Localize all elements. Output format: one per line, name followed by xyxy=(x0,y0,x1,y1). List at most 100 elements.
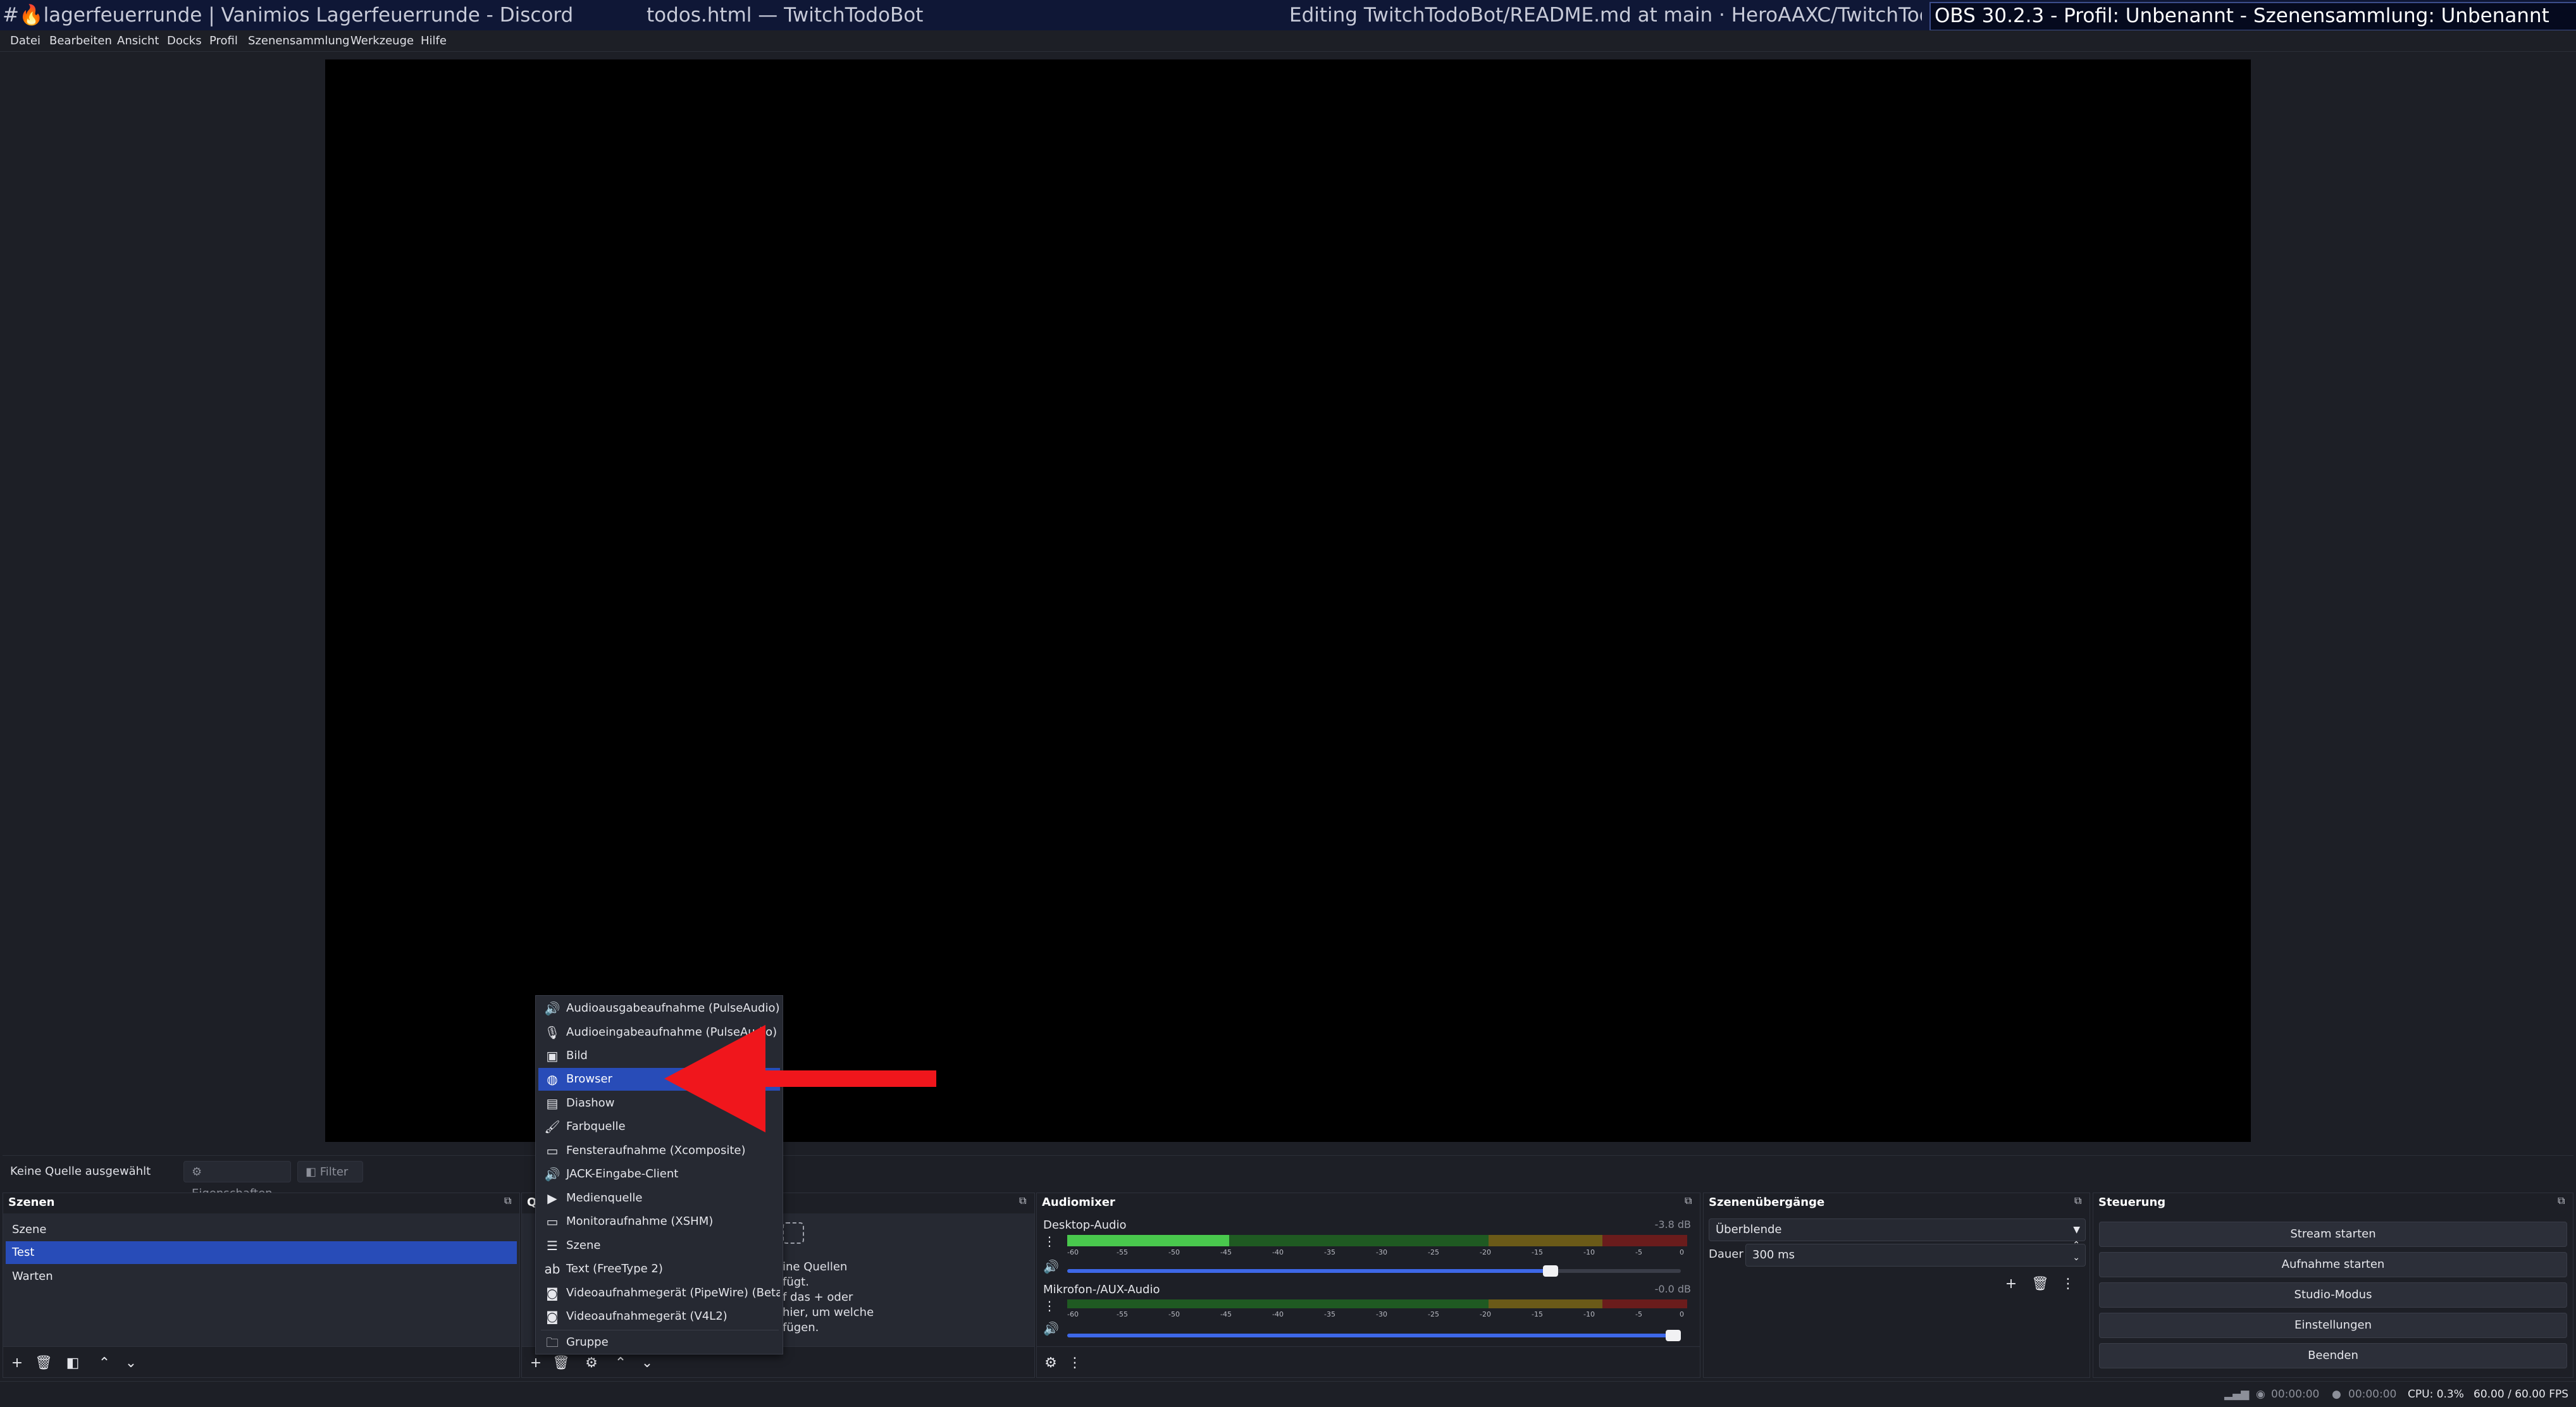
settings-button[interactable]: Einstellungen xyxy=(2099,1313,2567,1338)
audio-mixer-dock: Audiomixer ⧉ Desktop-Audio -3.8 dB ⋮ -60… xyxy=(1036,1193,1700,1378)
scenes-dock: Szenen ⧉ Szene Test Warten + 🗑 ◧ ⌃ ⌄ xyxy=(3,1193,520,1378)
menu-item-media-source[interactable]: ▶ Medienquelle xyxy=(538,1187,780,1210)
speaker-icon[interactable]: 🔊 xyxy=(1043,1259,1059,1274)
taskbar-window-obs[interactable]: OBS 30.2.3 - Profil: Unbenannt - Szenens… xyxy=(1929,2,2576,31)
volume-slider-fill xyxy=(1067,1334,1681,1337)
taskbar-window-discord[interactable]: #🔥lagerfeuerrunde | Vanimios Lagerfeuerr… xyxy=(3,3,572,27)
menu-ansicht[interactable]: Ansicht xyxy=(117,30,159,52)
channel-db: -3.8 dB xyxy=(1654,1218,1691,1230)
filters-button[interactable]: ◧ Filter xyxy=(297,1161,363,1182)
dock-float-icon[interactable]: ⧉ xyxy=(1685,1196,1695,1206)
controls-dock-title: Steuerung xyxy=(2098,1196,2166,1209)
chevron-down-icon: ▼ xyxy=(2073,1225,2080,1235)
dock-float-icon[interactable]: ⧉ xyxy=(504,1196,514,1206)
spin-down-icon[interactable]: ⌄ xyxy=(2072,1252,2080,1263)
scene-item-selected[interactable]: Test xyxy=(6,1241,517,1264)
kebab-menu-icon[interactable]: ⋮ xyxy=(1043,1234,1056,1249)
menu-item-text[interactable]: ab Text (FreeType 2) xyxy=(538,1258,780,1280)
volume-slider-fill xyxy=(1067,1269,1558,1273)
trash-icon[interactable]: 🗑 xyxy=(552,1354,570,1372)
volume-slider[interactable] xyxy=(1067,1330,1681,1341)
trash-icon[interactable]: 🗑 xyxy=(2031,1275,2049,1293)
meter-red-zone xyxy=(1602,1299,1687,1308)
studio-mode-button[interactable]: Studio-Modus xyxy=(2099,1282,2567,1308)
taskbar-window-github[interactable]: Editing TwitchTodoBot/README.md at main … xyxy=(1289,3,1922,27)
sources-hint-5: fügen. xyxy=(783,1321,819,1334)
list-icon: ☰ xyxy=(547,1238,558,1253)
meter-ticks: -60 -55 -50 -45 -40 -35 -30 -25 -20 -15 … xyxy=(1067,1248,1684,1256)
menu-item-scene[interactable]: ☰ Szene xyxy=(538,1234,780,1257)
chevron-up-icon[interactable]: ⌃ xyxy=(96,1354,113,1372)
menu-hilfe[interactable]: Hilfe xyxy=(421,30,447,52)
text-icon: ab xyxy=(544,1261,560,1277)
dock-float-icon[interactable]: ⧉ xyxy=(1019,1196,1029,1206)
menu-datei[interactable]: Datei xyxy=(10,30,40,52)
volume-slider-knob[interactable] xyxy=(1543,1265,1558,1277)
menu-item-video-capture-v4l2[interactable]: ◙ Videoaufnahmegerät (V4L2) xyxy=(538,1305,780,1328)
globe-icon: ◍ xyxy=(547,1072,558,1087)
trash-icon[interactable]: 🗑 xyxy=(35,1354,53,1372)
gear-icon[interactable]: ⚙ xyxy=(583,1354,600,1372)
speaker-icon[interactable]: 🔊 xyxy=(1043,1321,1059,1336)
menu-item-video-capture-pipewire[interactable]: ◙ Videoaufnahmegerät (PipeWire) (Beta) xyxy=(538,1282,780,1305)
add-transition-icon[interactable]: + xyxy=(2002,1275,2020,1293)
add-source-icon[interactable]: + xyxy=(527,1354,545,1372)
menu-item-screen-capture[interactable]: ▭ Monitoraufnahme (XSHM) xyxy=(538,1210,780,1233)
menu-profil[interactable]: Profil xyxy=(209,30,238,52)
scene-item[interactable]: Szene xyxy=(6,1218,517,1241)
kebab-menu-icon[interactable]: ⋮ xyxy=(1066,1354,1084,1372)
mixer-dock-title: Audiomixer xyxy=(1042,1196,1115,1209)
folder-icon: 🗀 xyxy=(546,1335,559,1350)
menu-item-window-capture[interactable]: ▭ Fensteraufnahme (Xcomposite) xyxy=(538,1139,780,1162)
menu-item-jack-input[interactable]: 🔊 JACK-Eingabe-Client xyxy=(538,1163,780,1186)
start-recording-button[interactable]: Aufnahme starten xyxy=(2099,1252,2567,1277)
transition-select[interactable]: Überblende ▼ xyxy=(1709,1218,2086,1241)
menu-docks[interactable]: Docks xyxy=(167,30,202,52)
sources-hint-3: f das + oder xyxy=(783,1291,853,1304)
status-bar: ▂▄▆ ◉ 00:00:00 ● 00:00:00 CPU: 0.3% 60.0… xyxy=(0,1381,2576,1406)
dock-float-icon[interactable]: ⧉ xyxy=(2074,1196,2084,1206)
menu-bearbeiten[interactable]: Bearbeiten xyxy=(49,30,112,52)
play-icon: ▶ xyxy=(547,1191,557,1206)
meter-green-zone xyxy=(1067,1299,1489,1308)
exit-button[interactable]: Beenden xyxy=(2099,1343,2567,1368)
meter-yellow-zone xyxy=(1489,1299,1602,1308)
menu-szenensammlung[interactable]: Szenensammlung xyxy=(248,30,350,52)
taskbar-window-todos[interactable]: todos.html — TwitchTodoBot xyxy=(647,3,1102,27)
add-scene-icon[interactable]: + xyxy=(8,1354,26,1372)
scene-item[interactable]: Warten xyxy=(6,1265,517,1288)
duration-spinbox[interactable]: 300 ms ⌃ ⌄ xyxy=(1745,1240,2086,1267)
scene-filter-icon[interactable]: ◧ xyxy=(64,1354,82,1372)
mixer-footer: ⚙ ⋮ xyxy=(1037,1346,1700,1377)
advanced-audio-gear-icon[interactable]: ⚙ xyxy=(1042,1354,1060,1372)
volume-slider[interactable] xyxy=(1067,1265,1681,1277)
record-time: 00:00:00 xyxy=(2348,1388,2397,1401)
dock-float-icon[interactable]: ⧉ xyxy=(2558,1196,2568,1206)
meter-ticks: -60 -55 -50 -45 -40 -35 -30 -25 -20 -15 … xyxy=(1067,1310,1684,1318)
preview-canvas[interactable] xyxy=(325,59,2251,1142)
chevron-up-icon[interactable]: ⌃ xyxy=(612,1354,629,1372)
image-icon: ▣ xyxy=(546,1048,559,1063)
red-arrow-annotation xyxy=(664,1025,936,1132)
menu-item-group[interactable]: 🗀 Gruppe xyxy=(538,1331,780,1354)
volume-meter xyxy=(1067,1299,1687,1308)
menu-item-audio-output-capture[interactable]: 🔊 Audioausgabeaufnahme (PulseAudio) xyxy=(538,997,780,1020)
microphone-icon: 🎙 xyxy=(544,1025,560,1040)
channel-name: Mikrofon-/AUX-Audio xyxy=(1043,1283,1160,1296)
volume-meter xyxy=(1067,1235,1687,1246)
chevron-down-icon[interactable]: ⌄ xyxy=(638,1354,656,1372)
taskbar: #🔥lagerfeuerrunde | Vanimios Lagerfeuerr… xyxy=(0,0,2576,31)
window-icon: ▭ xyxy=(546,1143,559,1158)
properties-button[interactable]: ⚙ Eigenschaften xyxy=(183,1161,291,1200)
volume-slider-knob[interactable] xyxy=(1666,1330,1681,1341)
spin-up-icon[interactable]: ⌃ xyxy=(2072,1239,2080,1251)
camera-icon: ◙ xyxy=(546,1286,559,1301)
chevron-down-icon[interactable]: ⌄ xyxy=(122,1354,140,1372)
start-stream-button[interactable]: Stream starten xyxy=(2099,1222,2567,1247)
sources-hint-1: ine Quellen xyxy=(783,1260,848,1274)
kebab-menu-icon[interactable]: ⋮ xyxy=(1043,1298,1056,1313)
camera-icon: ◙ xyxy=(546,1309,559,1324)
sources-hint-2: fügt. xyxy=(783,1275,809,1289)
kebab-menu-icon[interactable]: ⋮ xyxy=(2059,1275,2077,1293)
menu-werkzeuge[interactable]: Werkzeuge xyxy=(350,30,414,52)
